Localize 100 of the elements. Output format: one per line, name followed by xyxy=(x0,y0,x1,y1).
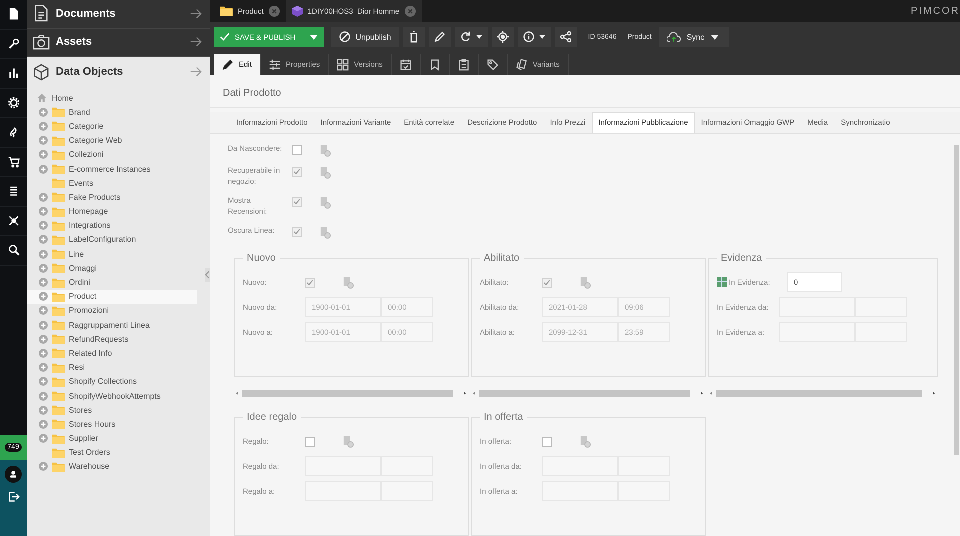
tree-item[interactable]: Shopify Collections xyxy=(27,374,197,389)
tree-item[interactable]: Stores Hours xyxy=(27,417,197,432)
tree-item[interactable]: Fake Products xyxy=(27,190,197,204)
wrench-icon[interactable] xyxy=(8,38,20,50)
tree-item[interactable]: Warehouse xyxy=(27,460,197,474)
tree-item[interactable]: Line xyxy=(27,247,197,262)
network-icon[interactable] xyxy=(8,214,20,227)
chart-icon[interactable] xyxy=(8,67,20,80)
close-icon[interactable] xyxy=(404,6,416,16)
scroll-left-icon[interactable] xyxy=(473,392,476,395)
clipboard-icon[interactable] xyxy=(320,144,331,157)
checkbox[interactable] xyxy=(292,167,302,177)
user-avatar[interactable] xyxy=(5,466,22,483)
clipboard-icon[interactable] xyxy=(343,434,354,448)
checkbox[interactable] xyxy=(292,197,302,207)
expand-icon[interactable] xyxy=(39,406,48,415)
dropdown-button[interactable] xyxy=(304,27,324,47)
sync-button[interactable]: Sync xyxy=(658,27,729,47)
marketing-icon[interactable] xyxy=(8,126,20,138)
tree-item[interactable]: Home xyxy=(27,91,197,106)
tree-item[interactable]: Test Orders xyxy=(27,446,197,460)
file-icon[interactable] xyxy=(8,8,20,20)
expand-icon[interactable] xyxy=(39,136,48,146)
expand-icon[interactable] xyxy=(39,122,48,131)
logout-icon[interactable] xyxy=(8,491,20,503)
unpublish-button[interactable]: Unpublish xyxy=(330,27,400,47)
tree-item[interactable]: Integrations xyxy=(27,218,197,233)
clipboard-icon[interactable] xyxy=(320,196,331,209)
tree-item[interactable]: Promozioni xyxy=(27,304,197,318)
arrow-icon[interactable] xyxy=(190,36,202,48)
scroll-right-icon[interactable] xyxy=(701,392,704,395)
pencil-button[interactable] xyxy=(429,27,452,47)
clipboard-icon[interactable] xyxy=(320,226,331,239)
checkbox[interactable] xyxy=(542,278,552,288)
expand-icon[interactable] xyxy=(39,164,48,174)
panel-header[interactable]: Assets xyxy=(27,28,210,57)
tree-item[interactable]: Events xyxy=(27,176,197,190)
scroll-left-icon[interactable] xyxy=(236,392,239,395)
tree-item[interactable]: Ordini xyxy=(27,275,197,290)
scroll-right-icon[interactable] xyxy=(464,392,467,395)
tree-item[interactable]: Product xyxy=(27,290,197,304)
checkbox[interactable] xyxy=(305,436,315,446)
tree-item[interactable]: Related Info xyxy=(27,346,197,361)
tree-item[interactable]: RefundRequests xyxy=(27,332,197,346)
scrollbar[interactable] xyxy=(708,389,938,398)
expand-icon[interactable] xyxy=(39,306,48,316)
expand-icon[interactable] xyxy=(39,434,48,444)
scrollbar-thumb[interactable] xyxy=(716,390,922,397)
target-button[interactable] xyxy=(492,27,514,47)
checkbox[interactable] xyxy=(542,436,552,446)
tree-item[interactable]: Collezioni xyxy=(27,148,197,162)
reload-button[interactable] xyxy=(455,27,488,47)
tree-item[interactable]: Categorie Web xyxy=(27,134,197,148)
share-button[interactable] xyxy=(555,27,578,47)
tree-item[interactable]: Raggruppamenti Linea xyxy=(27,318,197,332)
expand-icon[interactable] xyxy=(39,377,48,386)
tree-item[interactable]: Resi xyxy=(27,360,197,375)
info-button[interactable] xyxy=(518,27,552,47)
stack-icon[interactable] xyxy=(8,185,20,198)
tree-item[interactable]: LabelConfiguration xyxy=(27,232,197,248)
scrollbar[interactable] xyxy=(471,389,706,398)
tree-item[interactable]: Brand xyxy=(27,105,197,120)
clipboard-icon[interactable] xyxy=(580,434,591,448)
arrow-icon[interactable] xyxy=(190,66,202,78)
tree-item[interactable]: E-commerce Instances xyxy=(27,162,197,176)
expand-icon[interactable] xyxy=(39,264,48,273)
expand-icon[interactable] xyxy=(39,363,48,372)
tree-item[interactable]: Omaggi xyxy=(27,261,197,276)
collapse-handle[interactable] xyxy=(205,268,210,282)
expand-icon[interactable] xyxy=(39,192,48,202)
scroll-right-icon[interactable] xyxy=(933,392,936,395)
expand-icon[interactable] xyxy=(39,207,48,216)
search-icon[interactable] xyxy=(8,244,20,256)
expand-icon[interactable] xyxy=(39,221,48,230)
tree-item[interactable]: ShopifyWebhookAttempts xyxy=(27,388,197,404)
scroll-left-icon[interactable] xyxy=(710,392,713,395)
expand-icon[interactable] xyxy=(39,320,48,330)
expand-icon[interactable] xyxy=(39,462,48,472)
checkbox[interactable] xyxy=(292,227,302,237)
tree-item[interactable]: Stores xyxy=(27,403,197,418)
scrollbar-thumb[interactable] xyxy=(242,390,453,397)
scrollbar-thumb[interactable] xyxy=(479,390,690,397)
expand-icon[interactable] xyxy=(39,348,48,358)
tree-item[interactable]: Categorie xyxy=(27,119,197,134)
expand-icon[interactable] xyxy=(39,108,48,117)
scrollbar[interactable] xyxy=(954,145,959,455)
trash-button[interactable] xyxy=(403,27,426,47)
arrow-icon[interactable] xyxy=(190,8,202,20)
cart-icon[interactable] xyxy=(8,156,20,168)
clipboard-icon[interactable] xyxy=(343,276,354,288)
expand-icon[interactable] xyxy=(39,235,48,244)
expand-icon[interactable] xyxy=(39,334,48,344)
settings-icon[interactable] xyxy=(8,96,20,109)
expand-icon[interactable] xyxy=(39,278,48,288)
expand-icon[interactable] xyxy=(39,250,48,259)
clipboard-icon[interactable] xyxy=(580,276,591,288)
expand-icon[interactable] xyxy=(39,150,48,160)
expand-icon[interactable] xyxy=(39,392,48,401)
tree-item[interactable]: Supplier xyxy=(27,432,197,446)
expand-icon[interactable] xyxy=(39,292,48,302)
